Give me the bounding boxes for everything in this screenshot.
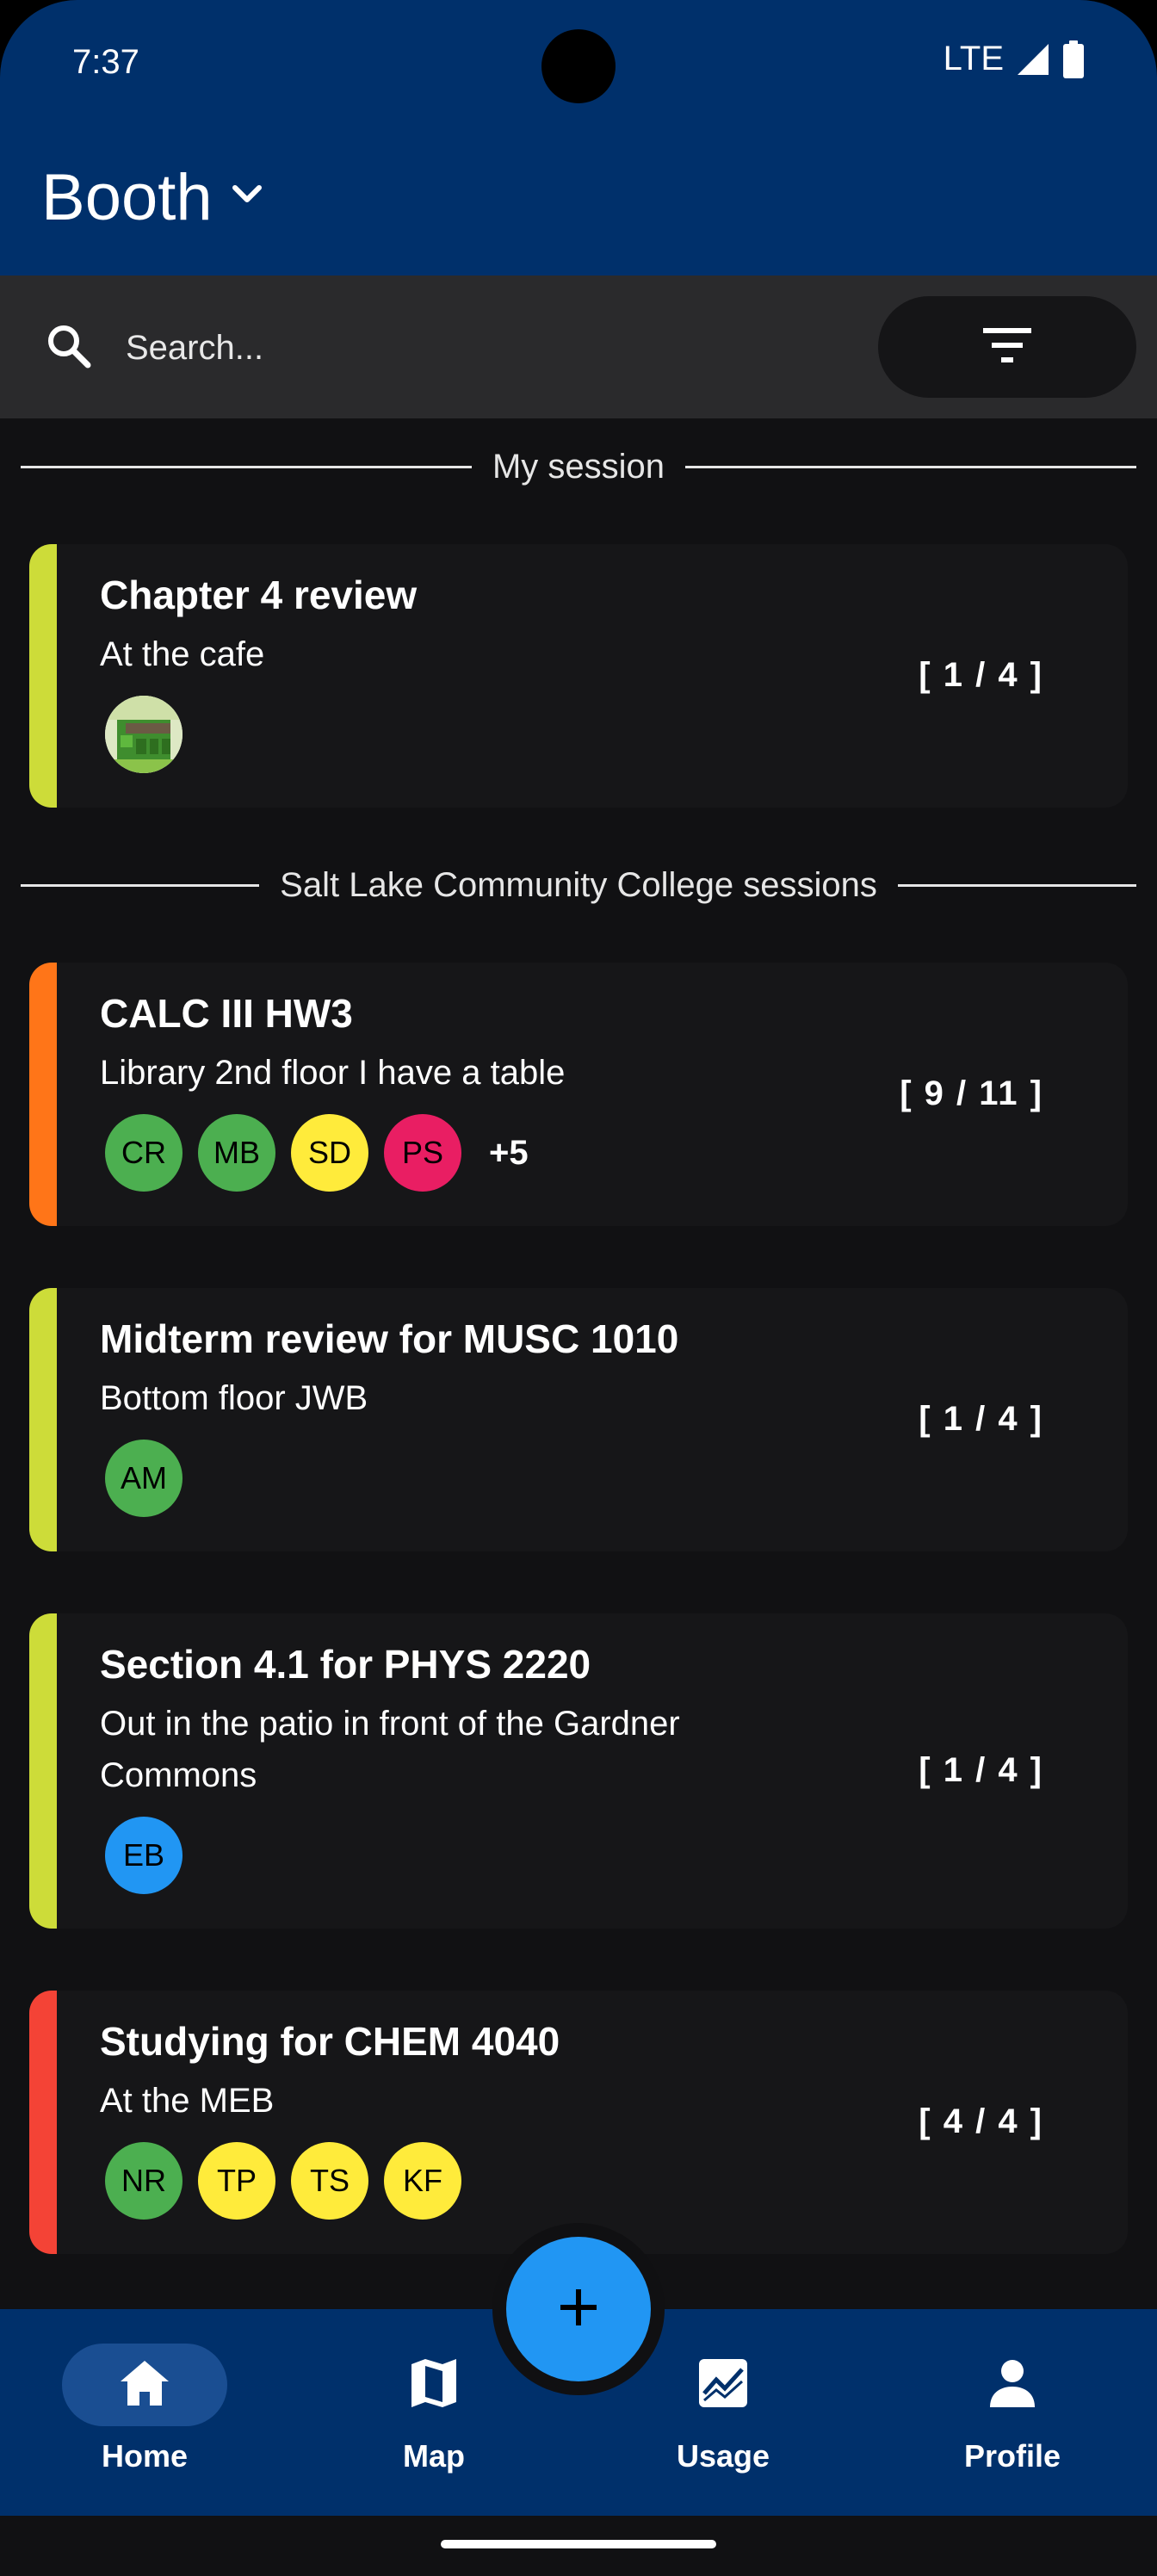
avatar: SD — [291, 1114, 368, 1192]
session-member-count: [ 1 / 4 ] — [919, 1400, 1043, 1438]
person-icon — [985, 2357, 1040, 2413]
session-accent-bar — [29, 544, 57, 808]
more-members-count: +5 — [489, 1133, 529, 1172]
plus-icon — [557, 2286, 600, 2333]
nav-label: Profile — [963, 2438, 1061, 2474]
nav-item-home[interactable]: Home — [0, 2309, 289, 2516]
page-title: Booth — [41, 161, 213, 234]
session-member-count: [ 1 / 4 ] — [919, 1751, 1043, 1789]
network-type: LTE — [943, 40, 1004, 77]
filter-button[interactable] — [878, 296, 1136, 398]
session-title: Studying for CHEM 4040 — [100, 2019, 560, 2064]
session-avatars: CR MB SD PS +5 — [105, 1114, 529, 1192]
nav-label: Map — [403, 2438, 465, 2474]
avatar: TP — [198, 2142, 275, 2220]
session-accent-bar — [29, 1991, 57, 2254]
filter-icon — [981, 326, 1033, 368]
avatar: TS — [291, 2142, 368, 2220]
session-title: Section 4.1 for PHYS 2220 — [100, 1642, 591, 1687]
divider-line — [21, 883, 260, 887]
status-indicators: LTE — [944, 40, 1085, 78]
section-label: Salt Lake Community College sessions — [280, 865, 877, 904]
divider-line — [897, 883, 1136, 887]
chevron-down-icon — [230, 183, 264, 213]
signal-icon — [1016, 42, 1050, 77]
avatar: MB — [198, 1114, 275, 1192]
workspace-switcher[interactable]: Booth — [41, 160, 264, 235]
divider-line — [685, 465, 1136, 468]
session-accent-bar — [29, 1613, 57, 1929]
session-accent-bar — [29, 963, 57, 1226]
map-icon — [406, 2357, 461, 2413]
session-card[interactable]: Midterm review for MUSC 1010 Bottom floo… — [29, 1288, 1128, 1551]
avatar: NR — [105, 2142, 183, 2220]
avatar: CR — [105, 1114, 183, 1192]
session-card[interactable]: Chapter 4 review At the cafe [ 1 / 4 ] — [29, 544, 1128, 808]
section-header-my-session: My session — [21, 441, 1136, 492]
session-location: Library 2nd floor I have a table — [100, 1054, 566, 1092]
nav-label: Usage — [676, 2438, 770, 2474]
session-avatars: EB — [105, 1817, 183, 1894]
avatar — [105, 696, 183, 773]
status-time: 7:37 — [72, 43, 139, 81]
gesture-navigation-bar[interactable] — [441, 2540, 716, 2548]
session-card[interactable]: Section 4.1 for PHYS 2220 Out in the pat… — [29, 1613, 1128, 1929]
front-camera-cutout — [541, 29, 616, 103]
search-icon — [43, 320, 95, 376]
session-avatars — [105, 696, 183, 773]
divider-line — [21, 465, 472, 468]
battery-icon — [1062, 40, 1085, 78]
avatar: PS — [384, 1114, 461, 1192]
session-card[interactable]: CALC III HW3 Library 2nd floor I have a … — [29, 963, 1128, 1226]
avatar: AM — [105, 1440, 183, 1517]
session-avatars: NR TP TS KF — [105, 2142, 461, 2220]
pixel-art-avatar-image — [105, 696, 183, 773]
session-member-count: [ 9 / 11 ] — [900, 1074, 1043, 1112]
session-location: Bottom floor JWB — [100, 1379, 368, 1417]
session-member-count: [ 1 / 4 ] — [919, 656, 1043, 694]
home-icon — [117, 2357, 172, 2413]
avatar: EB — [105, 1817, 183, 1894]
section-header-college-sessions: Salt Lake Community College sessions — [21, 859, 1136, 911]
session-avatars: AM — [105, 1440, 183, 1517]
avatar: KF — [384, 2142, 461, 2220]
usage-chart-icon — [696, 2357, 751, 2413]
session-card[interactable]: Studying for CHEM 4040 At the MEB [ 4 / … — [29, 1991, 1128, 2254]
search-input[interactable] — [124, 319, 833, 377]
nav-label: Home — [101, 2438, 189, 2474]
app-bar: 7:37 LTE Booth — [0, 0, 1157, 276]
session-location: Out in the patio in front of the Gardner… — [100, 1705, 680, 1794]
app-screen: 7:37 LTE Booth Search... My session Chap… — [0, 0, 1157, 2576]
session-location: At the MEB — [100, 2082, 275, 2120]
create-session-button[interactable] — [506, 2237, 651, 2381]
session-location: At the cafe — [100, 635, 265, 673]
session-title: Chapter 4 review — [100, 573, 418, 617]
nav-item-profile[interactable]: Profile — [868, 2309, 1157, 2516]
session-title: Midterm review for MUSC 1010 — [100, 1316, 679, 1361]
session-accent-bar — [29, 1288, 57, 1551]
search-bar — [0, 276, 1157, 418]
session-title: CALC III HW3 — [100, 991, 353, 1036]
session-member-count: [ 4 / 4 ] — [919, 2102, 1043, 2140]
section-label: My session — [492, 447, 665, 486]
